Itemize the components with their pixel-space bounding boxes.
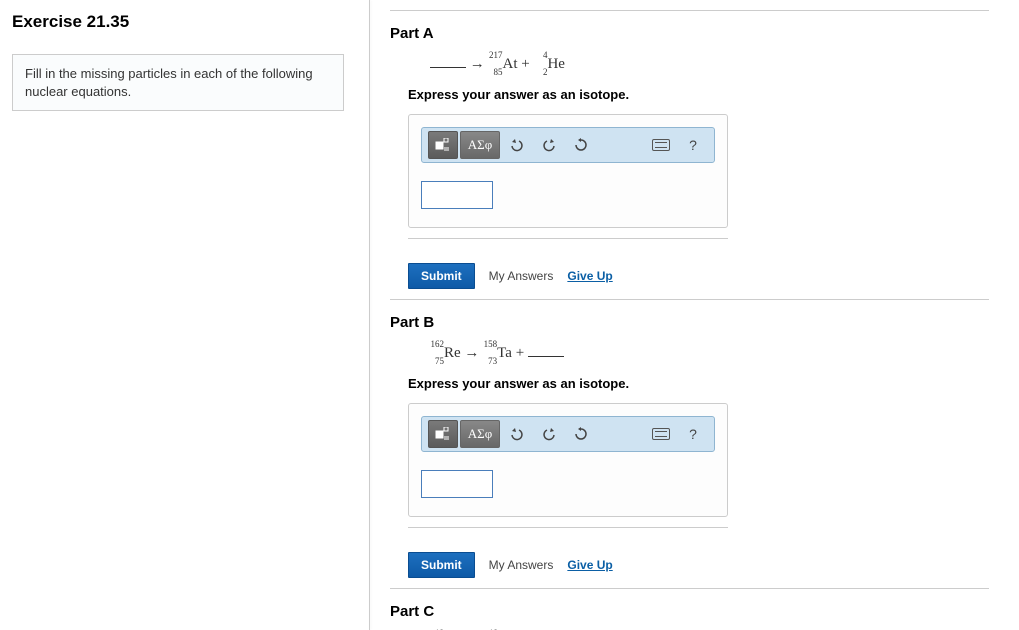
reset-icon[interactable] <box>566 420 596 448</box>
hint-button[interactable]: ? <box>678 131 708 159</box>
part-a-answer-box: ΑΣφ ? <box>408 114 728 228</box>
part-b-equation: 162 75 Re → 158 73 Ta + <box>390 345 989 362</box>
blank-product <box>528 356 564 357</box>
part-b-actions: Submit My Answers Give Up <box>408 542 989 578</box>
part-a-toolbar: ΑΣφ ? <box>421 127 715 163</box>
undo-icon[interactable] <box>502 131 532 159</box>
part-a-actions: Submit My Answers Give Up <box>408 253 989 289</box>
give-up-link[interactable]: Give Up <box>567 269 612 283</box>
hint-button[interactable]: ? <box>678 420 708 448</box>
nuclide-at: 217 85 At <box>489 56 518 73</box>
give-up-link[interactable]: Give Up <box>567 558 612 572</box>
divider <box>390 588 989 589</box>
reset-icon[interactable] <box>566 131 596 159</box>
arrow: → <box>470 56 485 72</box>
part-b-answer-input[interactable] <box>421 470 493 498</box>
redo-icon[interactable] <box>534 420 564 448</box>
undo-icon[interactable] <box>502 420 532 448</box>
part-b-instruction: Express your answer as an isotope. <box>390 376 989 391</box>
nuclide-he: 4 2 He <box>533 56 565 73</box>
part-a-answer-input[interactable] <box>421 181 493 209</box>
part-b-toolbar: ΑΣφ ? <box>421 416 715 452</box>
nuclide-re: 162 75 Re <box>430 345 461 362</box>
plus-sign: + <box>521 56 529 72</box>
divider <box>408 238 728 239</box>
divider <box>408 527 728 528</box>
exercise-prompt: Fill in the missing particles in each of… <box>12 54 344 111</box>
submit-button[interactable]: Submit <box>408 263 475 289</box>
greek-letters-button[interactable]: ΑΣφ <box>460 420 500 448</box>
part-a-label: Part A <box>390 25 989 42</box>
exercise-title: Exercise 21.35 <box>12 12 352 32</box>
part-a-instruction: Express your answer as an isotope. <box>390 87 989 102</box>
part-b-answer-box: ΑΣφ ? <box>408 403 728 517</box>
blank-reactant <box>430 67 466 68</box>
my-answers-link[interactable]: My Answers <box>489 558 554 572</box>
divider <box>390 10 989 11</box>
submit-button[interactable]: Submit <box>408 552 475 578</box>
keyboard-icon[interactable] <box>646 131 676 159</box>
template-icon[interactable] <box>428 131 458 159</box>
arrow: → <box>464 345 479 361</box>
greek-letters-button[interactable]: ΑΣφ <box>460 131 500 159</box>
part-c-label: Part C <box>390 603 989 620</box>
plus-sign: + <box>516 345 524 361</box>
part-a-equation: → 217 85 At + 4 2 He <box>390 56 989 73</box>
main-content: Part A → 217 85 At + 4 2 He Express your… <box>370 0 1019 630</box>
part-b-label: Part B <box>390 314 989 331</box>
keyboard-icon[interactable] <box>646 420 676 448</box>
my-answers-link[interactable]: My Answers <box>489 269 554 283</box>
template-icon[interactable] <box>428 420 458 448</box>
left-sidebar: Exercise 21.35 Fill in the missing parti… <box>0 0 370 630</box>
nuclide-ta: 158 73 Ta <box>483 345 512 362</box>
divider <box>390 299 989 300</box>
redo-icon[interactable] <box>534 131 564 159</box>
